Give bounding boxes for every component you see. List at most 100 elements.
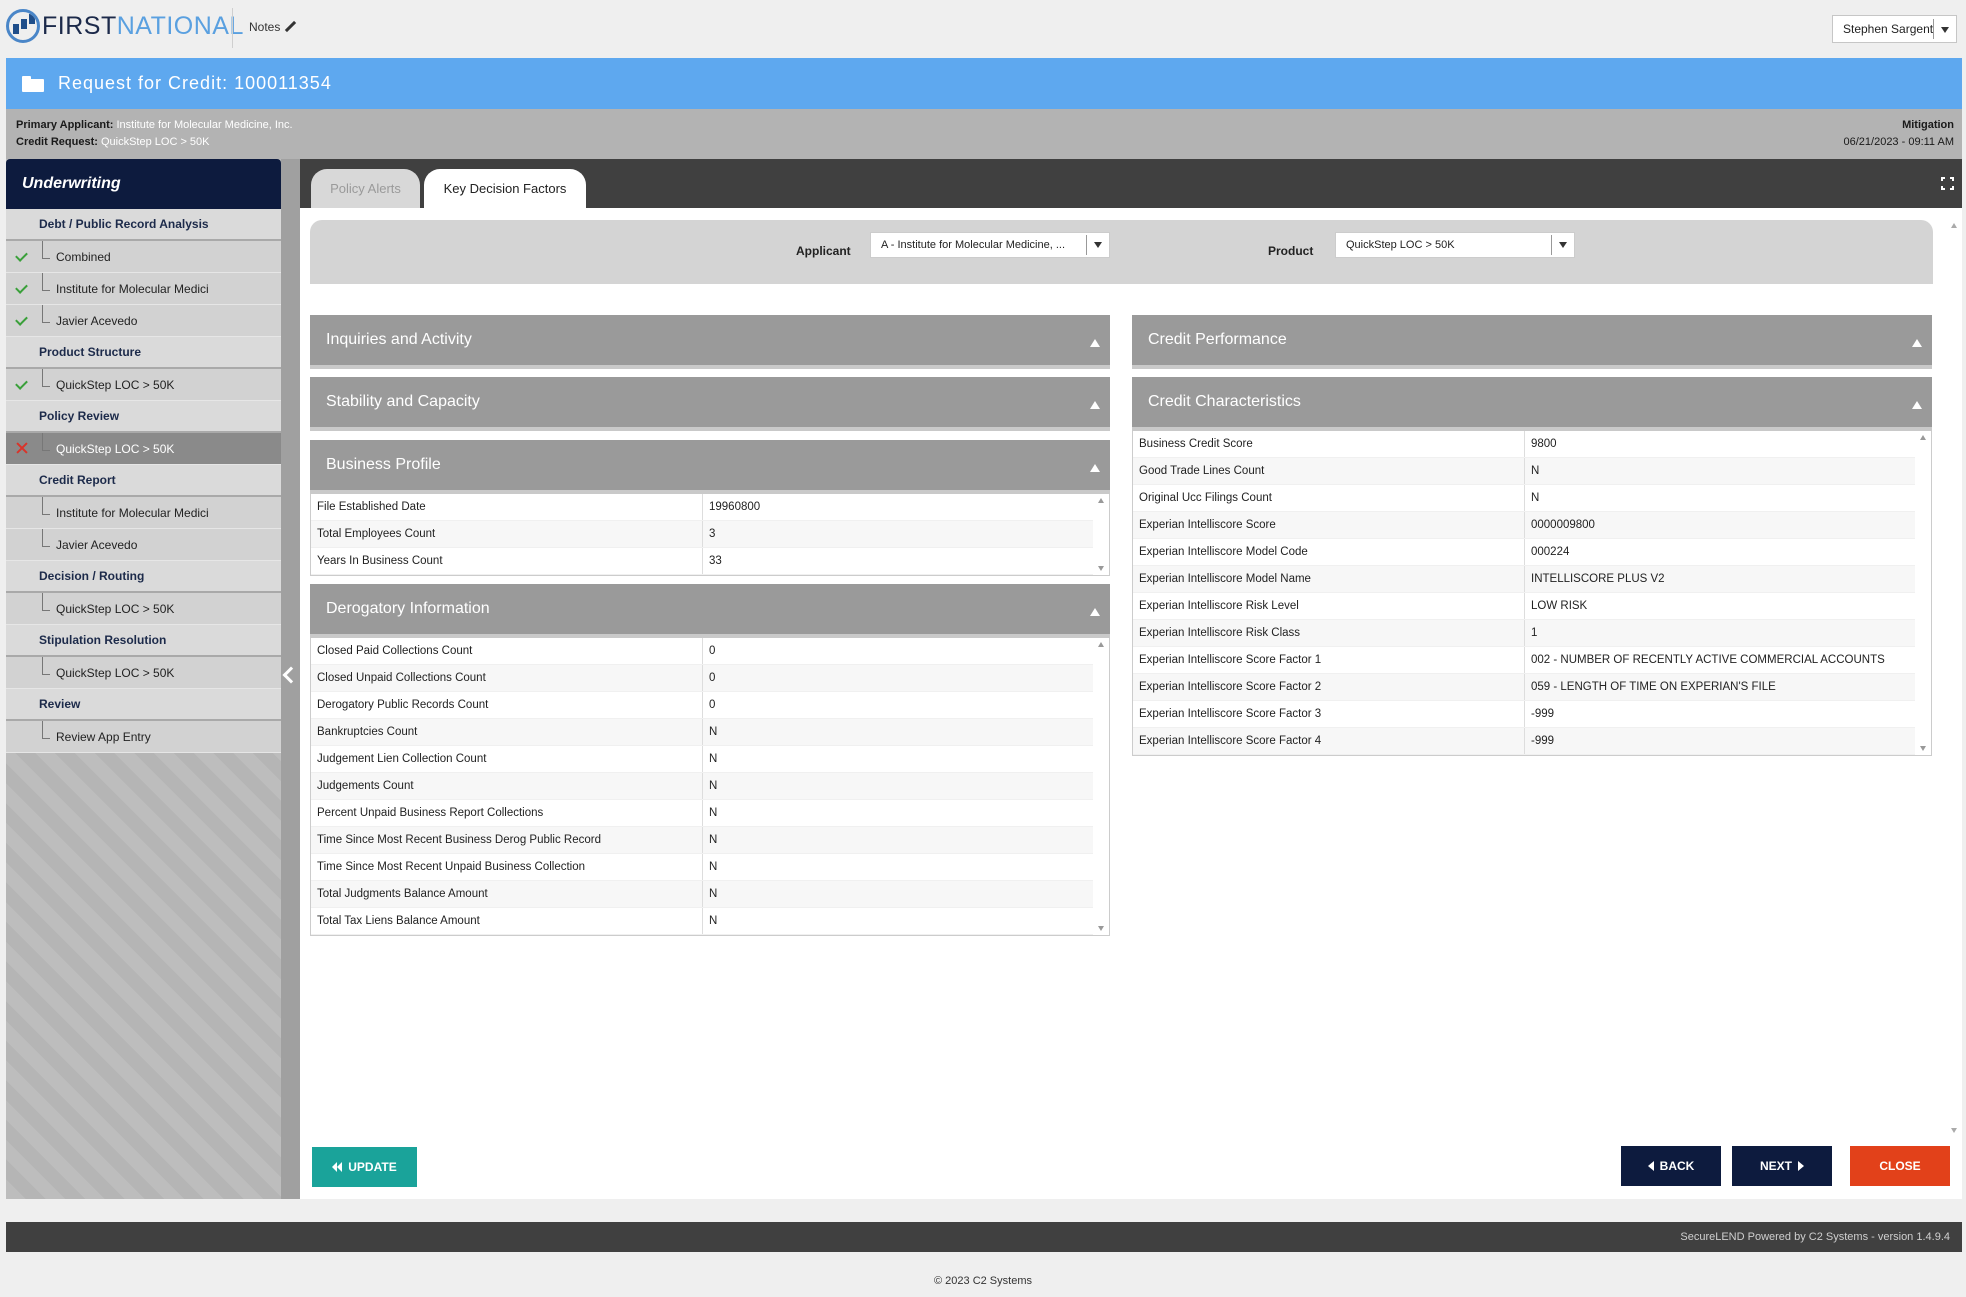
tree-connector [42,273,50,291]
sidebar-section[interactable]: Review [6,689,281,721]
stability-header[interactable]: Stability and Capacity [310,377,1110,431]
sidebar-section[interactable]: Stipulation Resolution [6,625,281,657]
logo-national: NATIONAL [116,11,244,40]
sidebar-section[interactable]: Credit Report [6,465,281,497]
sidebar-item[interactable]: Institute for Molecular Medici [6,497,281,529]
tree-connector [42,593,50,611]
expand-icon[interactable] [1940,176,1955,191]
update-button[interactable]: UPDATE [312,1147,417,1187]
sidebar-item[interactable]: QuickStep LOC > 50K [6,369,281,401]
credit-performance-title: Credit Performance [1148,331,1287,348]
sidebar-item[interactable]: QuickStep LOC > 50K [6,433,281,465]
chevron-down-icon [1559,242,1567,248]
field-value: 000224 [1531,546,1570,558]
sidebar-section[interactable]: Debt / Public Record Analysis [6,209,281,241]
tree-connector [42,305,50,323]
credit-request-label: Credit Request: [16,136,98,148]
field-value: -999 [1531,735,1555,747]
credit-characteristics-header[interactable]: Credit Characteristics [1132,377,1932,431]
dropdown-separator [1933,19,1934,39]
collapse-icon [1090,464,1100,472]
field-value: INTELLISCORE PLUS V2 [1531,573,1665,585]
inquiries-header[interactable]: Inquiries and Activity [310,315,1110,369]
field-value: N [709,888,718,900]
sidebar-item[interactable]: Javier Acevedo [6,529,281,561]
status-badge: Mitigation [1902,119,1954,131]
tree-connector [42,657,50,675]
tree-connector [42,529,50,547]
sidebar-item[interactable]: QuickStep LOC > 50K [6,593,281,625]
main-scrollbar[interactable] [1948,221,1960,1135]
notes-button[interactable]: Notes [249,20,296,34]
product-label: Product [1268,244,1314,258]
table-row: Derogatory Public Records Count 0 [311,692,1109,719]
applicant-select[interactable]: A - Institute for Molecular Medicine, ..… [870,232,1110,258]
tab-key-decision-factors[interactable]: Key Decision Factors [424,169,586,208]
grid-scrollbar[interactable] [1093,494,1109,575]
product-select[interactable]: QuickStep LOC > 50K [1335,232,1575,258]
field-value: 19960800 [709,501,761,513]
close-button[interactable]: CLOSE [1850,1146,1950,1186]
table-row: Time Since Most Recent Unpaid Business C… [311,854,1109,881]
double-arrow-left-icon [332,1162,343,1172]
dropdown-separator [1086,235,1087,255]
user-dropdown[interactable]: Stephen Sargent [1832,15,1957,43]
field-name: Years In Business Count [311,548,703,574]
tab-policy-alerts[interactable]: Policy Alerts [311,169,420,208]
field-value: N [1531,492,1540,504]
derogatory-title: Derogatory Information [326,600,490,617]
sidebar-item[interactable]: QuickStep LOC > 50K [6,657,281,689]
sidebar-item[interactable]: Institute for Molecular Medici [6,273,281,305]
page-title: Request for Credit: 100011354 [58,73,332,93]
table-row: Time Since Most Recent Business Derog Pu… [311,827,1109,854]
sidebar-section[interactable]: Policy Review [6,401,281,433]
field-value: N [709,861,718,873]
field-name: Experian Intelliscore Risk Class [1133,620,1525,646]
table-row: File Established Date 19960800 [311,494,1109,521]
sidebar-item-label: QuickStep LOC > 50K [56,665,175,680]
field-name: Total Tax Liens Balance Amount [311,908,703,934]
sidebar-item-label: Combined [56,249,111,264]
field-value: 3 [709,528,716,540]
sidebar-item[interactable]: Javier Acevedo [6,305,281,337]
derogatory-header[interactable]: Derogatory Information [310,584,1110,638]
dropdown-separator [1551,235,1552,255]
sidebar-list: Debt / Public Record Analysis Combined Ins… [6,209,281,753]
grid-scrollbar[interactable] [1915,431,1931,755]
field-name: Experian Intelliscore Score [1133,512,1525,538]
business-profile-header[interactable]: Business Profile [310,440,1110,494]
inquiries-section: Inquiries and Activity [310,315,1110,369]
grid-scrollbar[interactable] [1093,638,1109,935]
field-name: Time Since Most Recent Unpaid Business C… [311,854,703,880]
credit-performance-section: Credit Performance [1132,315,1932,369]
sidebar-section[interactable]: Decision / Routing [6,561,281,593]
sidebar-collapse-handle[interactable] [281,159,300,1199]
brand-logo[interactable]: FIRST NATIONAL [6,8,244,44]
field-name: Experian Intelliscore Score Factor 2 [1133,674,1525,700]
field-value: 1 [1531,627,1538,639]
table-row: Business Credit Score 9800 [1133,431,1931,458]
sidebar-item[interactable]: Review App Entry [6,721,281,753]
primary-applicant-label: Primary Applicant: [16,119,114,131]
stability-section: Stability and Capacity [310,377,1110,431]
check-icon [15,377,29,391]
credit-performance-header[interactable]: Credit Performance [1132,315,1932,369]
tree-connector [42,433,50,451]
back-button[interactable]: BACK [1621,1146,1721,1186]
tree-connector [42,241,50,259]
field-value: 33 [709,555,722,567]
field-value: 0 [709,699,716,711]
user-name: Stephen Sargent [1843,22,1934,36]
table-row: Bankruptcies Count N [311,719,1109,746]
table-row: Experian Intelliscore Score 0000009800 [1133,512,1931,539]
sidebar-item[interactable]: Combined [6,241,281,273]
next-button[interactable]: NEXT [1732,1146,1832,1186]
content-area: Applicant A - Institute for Molecular Me… [310,220,1936,1134]
field-name: Judgements Count [311,773,703,799]
powered-by: SecureLEND Powered by C2 Systems - versi… [1680,1231,1950,1243]
sidebar-item-label: Institute for Molecular Medici [56,505,209,520]
notes-label: Notes [249,20,281,34]
tree-connector [42,369,50,387]
sidebar-section[interactable]: Product Structure [6,337,281,369]
field-value: 0 [709,672,716,684]
